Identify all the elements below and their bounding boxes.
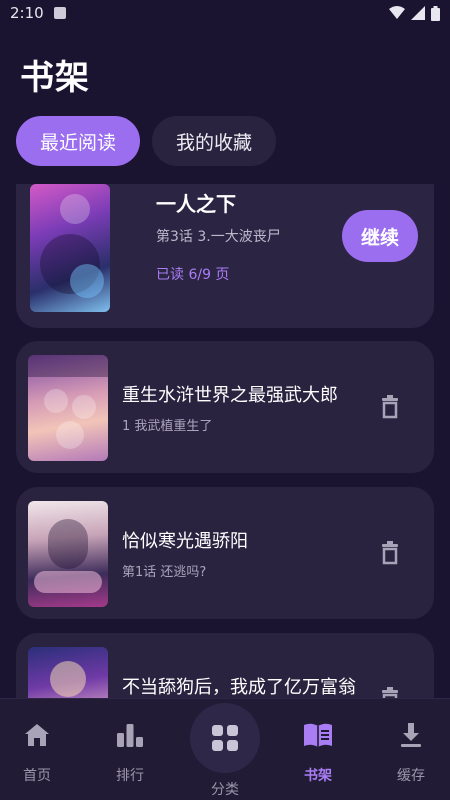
download-icon [399, 721, 423, 749]
nav-ranking[interactable]: 排行 [85, 699, 175, 800]
trash-icon[interactable] [374, 391, 406, 423]
chapter-label: 第3话 3.一大波丧尸 [156, 229, 281, 245]
featured-card[interactable]: 一人之下 第3话 3.一大波丧尸 已读 6/9 页 继续 [16, 184, 434, 328]
page-title: 书架 [20, 58, 90, 98]
wifi-icon [389, 6, 405, 19]
status-icons [389, 5, 440, 21]
bar-chart-icon [116, 721, 144, 749]
home-icon [24, 721, 50, 749]
comic-title: 一人之下 [156, 192, 236, 216]
tab-recent-reading[interactable]: 最近阅读 [16, 116, 141, 166]
nav-label: 排行 [116, 768, 144, 784]
reading-progress: 已读 6/9 页 [156, 267, 230, 283]
trash-icon[interactable] [374, 537, 406, 569]
status-time: 2:10 [10, 4, 44, 22]
nav-bookshelf[interactable]: 书架 [273, 699, 363, 800]
book-open-icon [302, 721, 334, 749]
tab-favorites[interactable]: 我的收藏 [152, 116, 277, 166]
nav-label: 分类 [211, 782, 239, 798]
tab-bar: 最近阅读 我的收藏 [16, 116, 277, 166]
nav-home[interactable]: 首页 [0, 699, 82, 800]
notification-icon [53, 7, 66, 19]
status-bar: 2:10 [0, 0, 450, 26]
nav-label: 书架 [304, 768, 332, 784]
comic-title: 重生水浒世界之最强武大郎 [122, 385, 338, 406]
comic-cover[interactable] [28, 355, 108, 461]
comic-title: 恰似寒光遇骄阳 [122, 531, 248, 552]
list-item[interactable]: 恰似寒光遇骄阳 第1话 还逃吗? [16, 487, 434, 619]
bottom-nav: 首页 排行 分类 书架 缓存 [0, 698, 450, 800]
list-item[interactable]: 不当舔狗后，我成了亿万富翁 [16, 633, 434, 698]
comic-cover[interactable] [28, 647, 108, 698]
bookshelf-list[interactable]: 一人之下 第3话 3.一大波丧尸 已读 6/9 页 继续 重生水浒世界之最强武大… [0, 184, 450, 698]
battery-icon [431, 5, 440, 21]
signal-icon [411, 6, 425, 20]
nav-category[interactable] [190, 703, 260, 773]
nav-cache[interactable]: 缓存 [366, 699, 450, 800]
chapter-label: 第1话 还逃吗? [122, 565, 207, 580]
grid-icon [212, 725, 238, 751]
comic-cover[interactable] [28, 501, 108, 607]
list-item[interactable]: 重生水浒世界之最强武大郎 1 我武植重生了 [16, 341, 434, 473]
comic-cover[interactable] [30, 184, 110, 312]
comic-title: 不当舔狗后，我成了亿万富翁 [122, 677, 356, 698]
continue-button[interactable]: 继续 [342, 210, 418, 262]
trash-icon[interactable] [374, 683, 406, 698]
nav-label: 缓存 [397, 768, 425, 784]
chapter-label: 1 我武植重生了 [122, 419, 213, 434]
nav-label: 首页 [23, 768, 51, 784]
